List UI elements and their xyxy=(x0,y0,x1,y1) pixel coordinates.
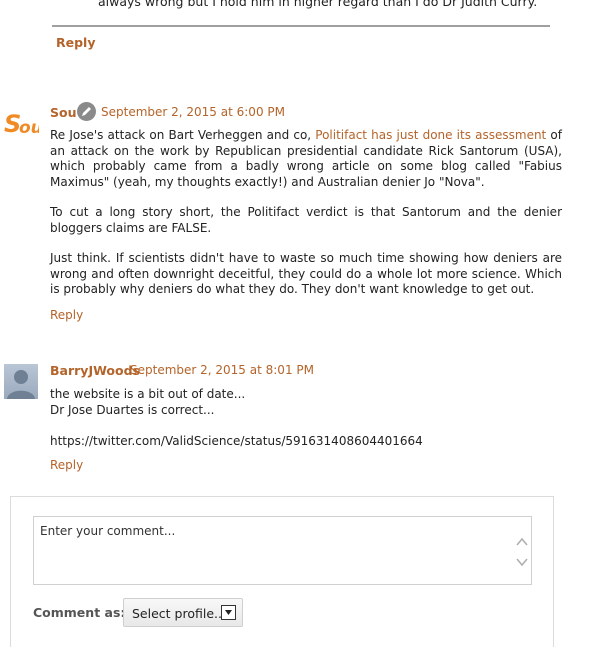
scroll-arrows-icon xyxy=(516,537,528,567)
comment-author-barry[interactable]: BarryJWoods xyxy=(50,363,140,378)
comment-textarea[interactable]: Enter your comment... xyxy=(33,516,532,585)
comment-as-label: Comment as: xyxy=(33,605,126,620)
blog-author-badge-icon xyxy=(77,102,96,121)
previous-reply-link[interactable]: Reply xyxy=(56,35,95,50)
previous-comment-text: always wrong but I hold him in higher re… xyxy=(98,0,538,9)
reply-link[interactable]: Reply xyxy=(50,458,83,472)
reply-link[interactable]: Reply xyxy=(50,308,83,322)
comment-paragraph: Re Jose's attack on Bart Verheggen and c… xyxy=(50,128,562,189)
comment-timestamp[interactable]: September 2, 2015 at 6:00 PM xyxy=(101,105,285,119)
comment-placeholder: Enter your comment... xyxy=(40,524,176,538)
user-silhouette-icon xyxy=(7,370,35,399)
profile-select-value: Select profile... xyxy=(132,606,226,621)
previous-comment-divider xyxy=(52,25,550,27)
comment-url: https://twitter.com/ValidScience/status/… xyxy=(50,434,423,448)
sou-logo-icon: S ou xyxy=(4,110,43,138)
profile-select[interactable]: Select profile... xyxy=(123,598,243,627)
avatar-default[interactable] xyxy=(4,364,38,399)
avatar-sou[interactable]: S ou xyxy=(3,104,43,140)
comment-author-sou[interactable]: Sou xyxy=(50,105,77,120)
comment-body: Re Jose's attack on Bart Verheggen and c… xyxy=(50,128,562,298)
comment-paragraph: Just think. If scientists didn't have to… xyxy=(50,251,562,296)
textarea-scrollbar[interactable] xyxy=(513,517,531,584)
comment-paragraph: To cut a long story short, the Politifac… xyxy=(50,205,562,235)
dropdown-arrow-icon xyxy=(221,605,236,620)
comment-timestamp[interactable]: September 2, 2015 at 8:01 PM xyxy=(130,363,314,377)
politifact-link[interactable]: Politifact has just done its assessment xyxy=(315,128,546,142)
comment-line: Dr Jose Duartes is correct... xyxy=(50,403,215,417)
svg-text:ou: ou xyxy=(19,118,39,138)
comment-line: the website is a bit out of date... xyxy=(50,387,246,401)
